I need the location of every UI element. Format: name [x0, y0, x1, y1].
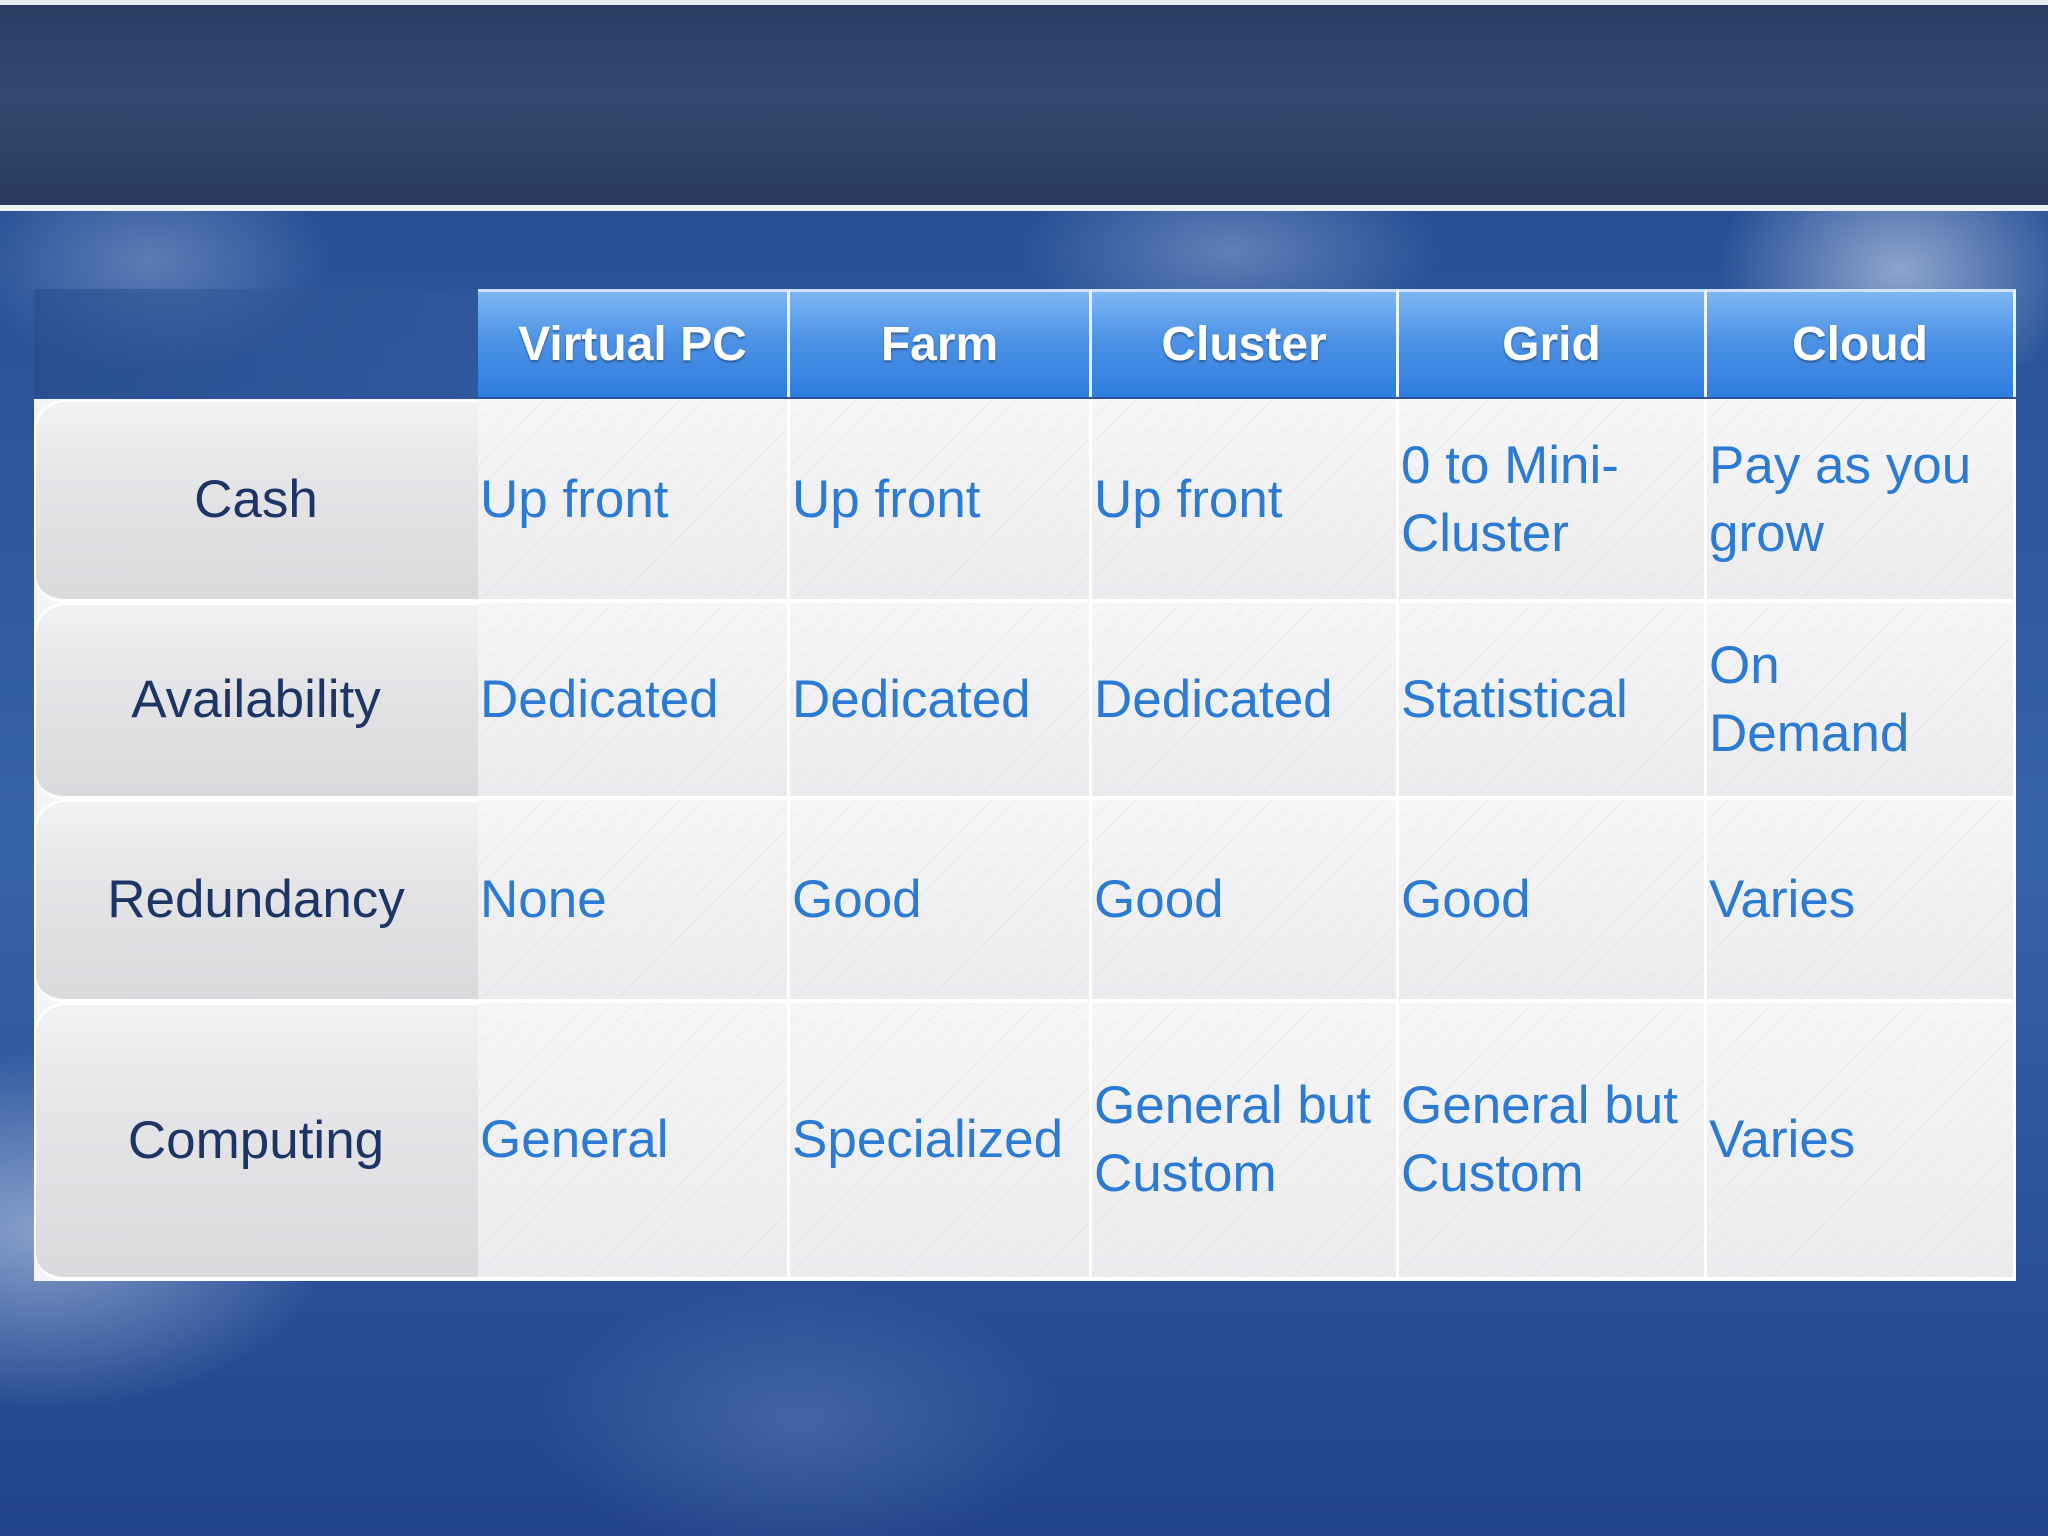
table-cell: On Demand [1707, 603, 2016, 800]
row-label-availability: Availability [34, 603, 478, 800]
table-cell: Statistical [1399, 603, 1707, 800]
table-cell: Dedicated [478, 603, 790, 800]
table-cell: Specialized [790, 1003, 1092, 1281]
title-divider [0, 205, 2048, 211]
table-cell: Good [1399, 800, 1707, 1003]
table-cell: Good [790, 800, 1092, 1003]
table-corner [34, 289, 478, 399]
row-label-redundancy: Redundancy [34, 800, 478, 1003]
row-label-cash: Cash [34, 400, 478, 603]
row-label-computing: Computing [34, 1003, 478, 1281]
table-cell: General but Custom [1092, 1003, 1399, 1281]
comparison-table: Virtual PC Farm Cluster Grid Cloud Cash … [34, 289, 2016, 1281]
table-cell: Pay as you grow [1707, 400, 2016, 603]
column-header-cluster: Cluster [1092, 289, 1399, 397]
slide: Virtual PC Farm Cluster Grid Cloud Cash … [0, 0, 2048, 1536]
column-header-grid: Grid [1399, 289, 1707, 397]
table-cell: 0 to Mini- Cluster [1399, 400, 1707, 603]
column-header-farm: Farm [790, 289, 1092, 397]
title-bar [0, 5, 2048, 205]
table-cell: Up front [790, 400, 1092, 603]
table-cell: Up front [478, 400, 790, 603]
table-cell: Good [1092, 800, 1399, 1003]
column-header-virtual-pc: Virtual PC [478, 289, 790, 397]
table-cell: Up front [1092, 400, 1399, 603]
table-cell: Dedicated [790, 603, 1092, 800]
table-cell: General but Custom [1399, 1003, 1707, 1281]
column-header-cloud: Cloud [1707, 289, 2016, 397]
table-cell: Varies [1707, 1003, 2016, 1281]
table-cell: Varies [1707, 800, 2016, 1003]
table-cell: None [478, 800, 790, 1003]
table-cell: Dedicated [1092, 603, 1399, 800]
table-cell: General [478, 1003, 790, 1281]
